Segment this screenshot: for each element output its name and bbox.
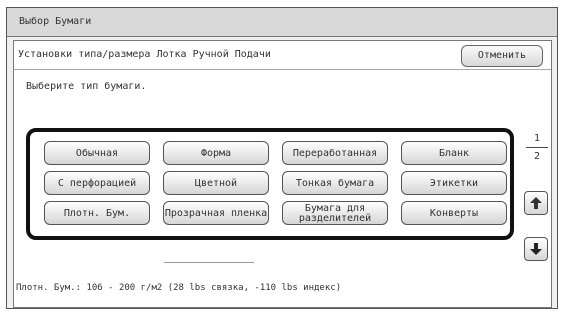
- paper-type-plain[interactable]: Обычная: [44, 141, 150, 165]
- paper-type-prepunched[interactable]: С перфорацией: [44, 171, 150, 195]
- page-indicator: 1 2: [526, 133, 548, 162]
- paper-info-text: Плотн. Бум.: 106 - 200 г/м2 (28 lbs связ…: [16, 283, 342, 293]
- scroll-down-button[interactable]: [524, 237, 548, 261]
- arrow-up-icon: [530, 197, 542, 209]
- paper-select-window: Выбор Бумаги Установки типа/размера Лотк…: [6, 7, 558, 309]
- paper-type-labels[interactable]: Этикетки: [401, 171, 507, 195]
- cancel-button[interactable]: Отменить: [461, 45, 543, 67]
- paper-type-heavy[interactable]: Плотн. Бум.: [44, 201, 150, 225]
- paper-type-tab-paper[interactable]: Бумага для разделителей: [282, 201, 388, 225]
- window-title: Выбор Бумаги: [7, 8, 557, 37]
- paper-type-letterhead[interactable]: Бланк: [401, 141, 507, 165]
- page-current: 1: [533, 133, 541, 144]
- paper-type-preprinted[interactable]: Форма: [163, 141, 269, 165]
- settings-title: Установки типа/размера Лотка Ручной Пода…: [18, 49, 271, 60]
- settings-header: Установки типа/размера Лотка Ручной Пода…: [14, 41, 551, 70]
- arrow-down-icon: [530, 243, 542, 255]
- main-panel: Установки типа/размера Лотка Ручной Пода…: [13, 40, 552, 308]
- paper-type-group: Обычная Форма Переработанная Бланк С пер…: [26, 128, 514, 240]
- paper-type-recycled[interactable]: Переработанная: [282, 141, 388, 165]
- paper-type-color[interactable]: Цветной: [163, 171, 269, 195]
- info-divider: [164, 262, 254, 263]
- page-divider-line: [526, 147, 548, 148]
- paper-type-thin[interactable]: Тонкая бумага: [282, 171, 388, 195]
- instruction-text: Выберите тип бумаги.: [26, 81, 147, 92]
- page-total: 2: [533, 151, 541, 162]
- scroll-up-button[interactable]: [524, 191, 548, 215]
- paper-type-envelopes[interactable]: Конверты: [401, 201, 507, 225]
- paper-type-grid: Обычная Форма Переработанная Бланк С пер…: [44, 141, 507, 225]
- paper-type-transparency[interactable]: Прозрачная пленка: [163, 201, 269, 225]
